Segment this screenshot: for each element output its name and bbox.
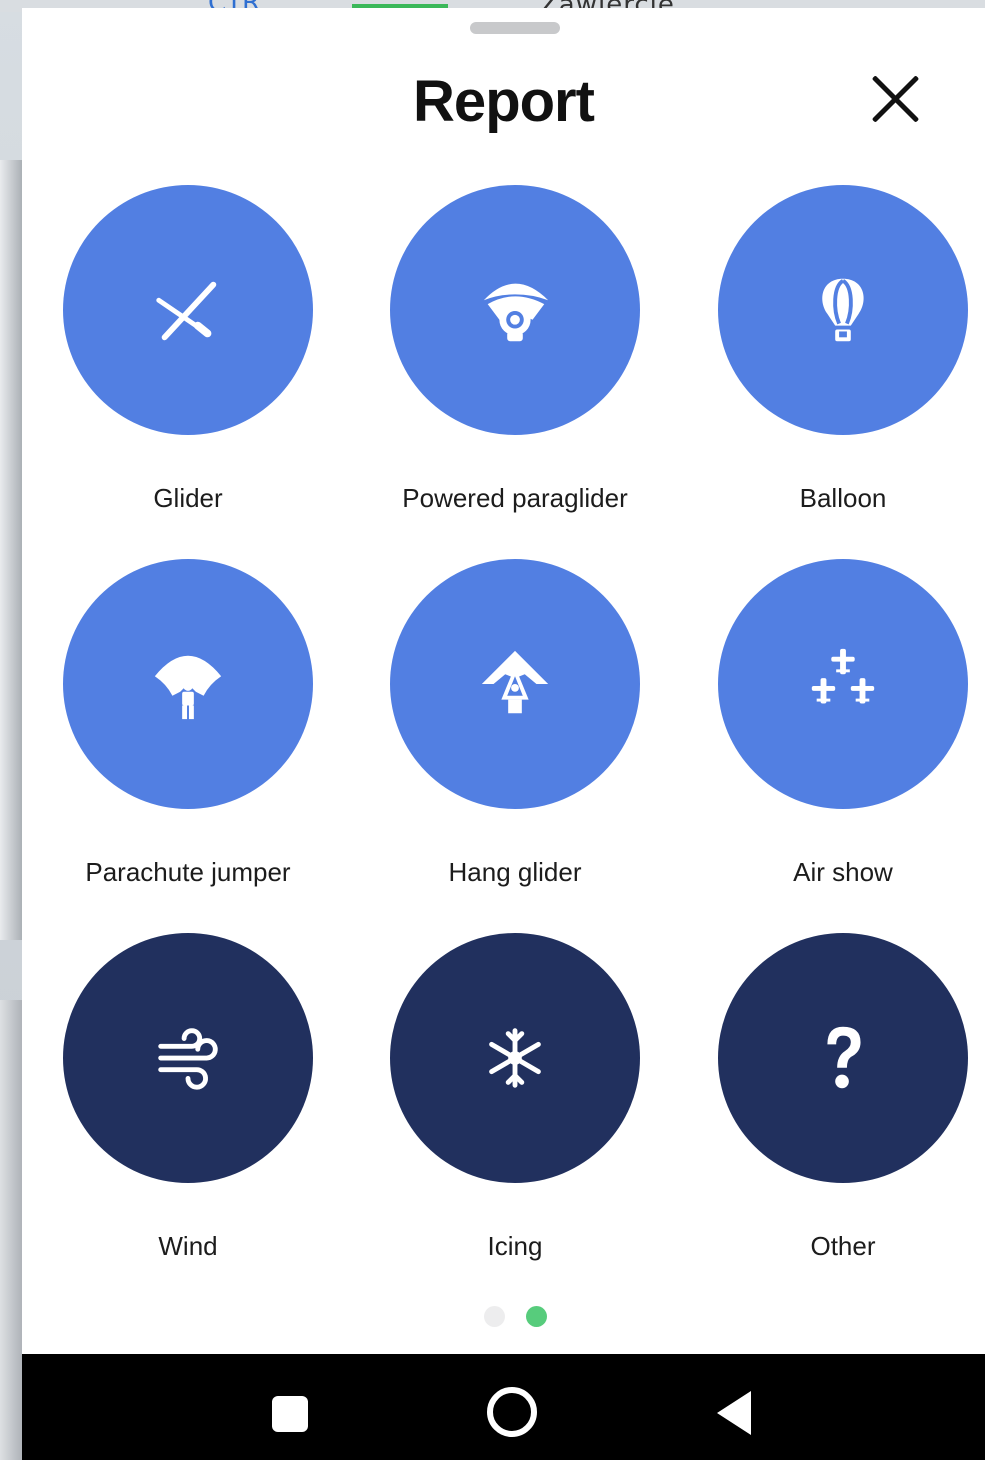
air-show-icon bbox=[811, 648, 875, 704]
report-option-other[interactable]: Other bbox=[718, 933, 968, 1262]
parachute-jumper-icon bbox=[154, 655, 222, 720]
glider-icon bbox=[156, 281, 217, 341]
page-dot-2-active[interactable] bbox=[526, 1306, 547, 1327]
page-indicator bbox=[484, 1306, 554, 1330]
option-circle[interactable] bbox=[390, 185, 640, 435]
back-triangle-icon[interactable] bbox=[717, 1391, 751, 1435]
option-circle[interactable] bbox=[63, 185, 313, 435]
report-option-air-show[interactable]: Air show bbox=[718, 559, 968, 888]
option-label: Glider bbox=[153, 483, 223, 513]
wind-icon bbox=[158, 1028, 218, 1090]
page-dot-1[interactable] bbox=[484, 1306, 505, 1327]
option-circle[interactable] bbox=[718, 185, 968, 435]
report-option-powered-paraglider[interactable]: Powered paraglider bbox=[390, 185, 640, 514]
option-circle[interactable] bbox=[390, 933, 640, 1183]
balloon-icon bbox=[822, 278, 864, 342]
option-label: Hang glider bbox=[448, 857, 582, 887]
home-circle-icon[interactable] bbox=[487, 1387, 537, 1437]
option-circle[interactable] bbox=[718, 933, 968, 1183]
sheet-title: Report bbox=[413, 69, 595, 134]
system-navigation-bar bbox=[22, 1354, 985, 1460]
option-circle[interactable] bbox=[390, 559, 640, 809]
report-option-balloon[interactable]: Balloon bbox=[718, 185, 968, 514]
option-label: Other bbox=[810, 1231, 876, 1261]
report-option-glider[interactable]: Glider bbox=[63, 185, 313, 514]
drag-handle[interactable] bbox=[470, 22, 560, 34]
powered-paraglider-icon bbox=[483, 283, 549, 342]
option-circle[interactable] bbox=[63, 559, 313, 809]
option-label: Balloon bbox=[799, 483, 887, 513]
option-label: Icing bbox=[487, 1231, 543, 1261]
question-mark-icon bbox=[827, 1026, 861, 1089]
option-circle[interactable] bbox=[63, 933, 313, 1183]
report-option-parachute-jumper[interactable]: Parachute jumper bbox=[63, 559, 313, 888]
hang-glider-icon bbox=[481, 650, 549, 714]
report-bottom-sheet: Report Glider Powered paraglider Balloon… bbox=[22, 8, 985, 1354]
icing-icon bbox=[489, 1028, 541, 1088]
option-label: Air show bbox=[793, 857, 893, 887]
option-label: Wind bbox=[158, 1231, 218, 1261]
option-label: Parachute jumper bbox=[85, 857, 291, 887]
report-option-icing[interactable]: Icing bbox=[390, 933, 640, 1262]
option-label: Powered paraglider bbox=[402, 483, 628, 513]
recents-square-icon[interactable] bbox=[272, 1396, 308, 1432]
report-option-wind[interactable]: Wind bbox=[63, 933, 313, 1262]
option-circle[interactable] bbox=[718, 559, 968, 809]
close-icon[interactable] bbox=[862, 66, 928, 132]
report-option-hang-glider[interactable]: Hang glider bbox=[390, 559, 640, 888]
